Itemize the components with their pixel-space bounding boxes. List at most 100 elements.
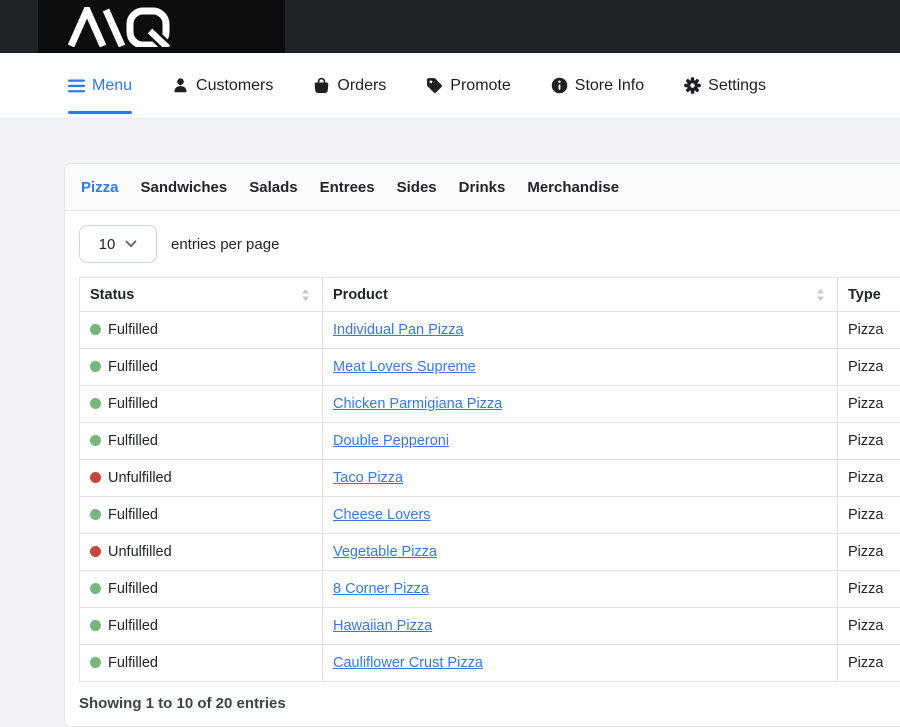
table-row: Unfulfilled Vegetable Pizza Pizza [80,534,900,571]
table-row: Unfulfilled Taco Pizza Pizza [80,460,900,497]
status-cell: Fulfilled [80,386,323,423]
nav-item-label: Menu [92,77,132,95]
product-link[interactable]: Double Pepperoni [333,433,449,449]
product-cell: Cauliflower Crust Pizza [323,645,838,682]
primary-nav: Menu Customers Orders Promote Store Info [0,53,900,119]
status-label: Unfulfilled [108,470,172,486]
status-dot [90,472,101,483]
table-row: Fulfilled Cauliflower Crust Pizza Pizza [80,645,900,682]
status-cell: Fulfilled [80,312,323,349]
tab-pizza[interactable]: Pizza [81,179,119,196]
status-cell: Unfulfilled [80,534,323,571]
aiq-logo-icon [68,7,190,47]
product-link[interactable]: Cheese Lovers [333,507,431,523]
column-header-product[interactable]: Product [323,278,838,312]
product-link[interactable]: Vegetable Pizza [333,544,437,560]
product-link[interactable]: Individual Pan Pizza [333,322,464,338]
type-cell: Pizza [838,423,900,460]
status-label: Fulfilled [108,507,158,523]
nav-item-label: Promote [450,77,510,95]
nav-item-label: Orders [337,77,386,95]
column-label: Product [333,287,388,303]
product-link[interactable]: Hawaiian Pizza [333,618,432,634]
product-cell: Chicken Parmigiana Pizza [323,386,838,423]
nav-item-settings[interactable]: Settings [684,53,766,118]
column-header-type[interactable]: Type [838,278,900,312]
type-cell: Pizza [838,460,900,497]
nav-item-label: Store Info [575,77,644,95]
column-header-status[interactable]: Status [80,278,323,312]
product-cell: Double Pepperoni [323,423,838,460]
nav-item-orders[interactable]: Orders [313,53,386,118]
status-dot [90,435,101,446]
tab-salads[interactable]: Salads [249,179,297,196]
status-dot [90,361,101,372]
status-dot [90,324,101,335]
type-cell: Pizza [838,386,900,423]
nav-item-promote[interactable]: Promote [426,53,510,118]
product-cell: Hawaiian Pizza [323,608,838,645]
table-row: Fulfilled 8 Corner Pizza Pizza [80,571,900,608]
gear-icon [684,77,701,94]
tag-icon [426,77,443,94]
status-dot [90,398,101,409]
nav-item-customers[interactable]: Customers [172,53,273,118]
nav-item-store-info[interactable]: Store Info [551,53,644,118]
type-cell: Pizza [838,497,900,534]
table-row: Fulfilled Chicken Parmigiana Pizza Pizza [80,386,900,423]
status-label: Fulfilled [108,618,158,634]
products-table: Status Product [79,277,900,682]
person-icon [172,77,189,94]
nav-item-menu[interactable]: Menu [68,53,132,118]
status-cell: Fulfilled [80,645,323,682]
product-cell: Individual Pan Pizza [323,312,838,349]
tab-entrees[interactable]: Entrees [320,179,375,196]
brand-logo[interactable] [38,0,285,53]
status-cell: Unfulfilled [80,460,323,497]
type-cell: Pizza [838,645,900,682]
tab-merchandise[interactable]: Merchandise [527,179,619,196]
status-label: Fulfilled [108,396,158,412]
product-cell: Vegetable Pizza [323,534,838,571]
nav-item-label: Settings [708,77,766,95]
status-cell: Fulfilled [80,497,323,534]
type-cell: Pizza [838,608,900,645]
chevron-down-icon [125,240,137,248]
tab-drinks[interactable]: Drinks [459,179,506,196]
column-label: Type [848,287,881,303]
sort-icon [816,288,825,302]
status-dot [90,620,101,631]
content-area: Pizza Sandwiches Salads Entrees Sides Dr… [64,163,900,727]
status-label: Fulfilled [108,359,158,375]
type-cell: Pizza [838,534,900,571]
type-cell: Pizza [838,349,900,386]
active-nav-underline [68,111,132,114]
info-icon [551,77,568,94]
page-size-row: 10 entries per page [79,225,900,263]
product-link[interactable]: Cauliflower Crust Pizza [333,655,483,671]
status-dot [90,546,101,557]
status-cell: Fulfilled [80,349,323,386]
status-label: Fulfilled [108,322,158,338]
product-cell: 8 Corner Pizza [323,571,838,608]
product-link[interactable]: Meat Lovers Supreme [333,359,476,375]
table-row: Fulfilled Individual Pan Pizza Pizza [80,312,900,349]
tab-sides[interactable]: Sides [397,179,437,196]
sort-icon [301,288,310,302]
entries-per-page-select[interactable]: 10 [79,225,157,263]
status-label: Fulfilled [108,581,158,597]
table-row: Fulfilled Cheese Lovers Pizza [80,497,900,534]
tab-sandwiches[interactable]: Sandwiches [141,179,228,196]
card-body: 10 entries per page Status [65,211,900,726]
status-cell: Fulfilled [80,423,323,460]
product-link[interactable]: Chicken Parmigiana Pizza [333,396,502,412]
product-link[interactable]: 8 Corner Pizza [333,581,429,597]
product-link[interactable]: Taco Pizza [333,470,403,486]
product-cell: Cheese Lovers [323,497,838,534]
category-tabs: Pizza Sandwiches Salads Entrees Sides Dr… [65,164,900,211]
nav-item-label: Customers [196,77,273,95]
status-cell: Fulfilled [80,608,323,645]
menu-card: Pizza Sandwiches Salads Entrees Sides Dr… [64,163,900,727]
status-cell: Fulfilled [80,571,323,608]
status-label: Fulfilled [108,655,158,671]
